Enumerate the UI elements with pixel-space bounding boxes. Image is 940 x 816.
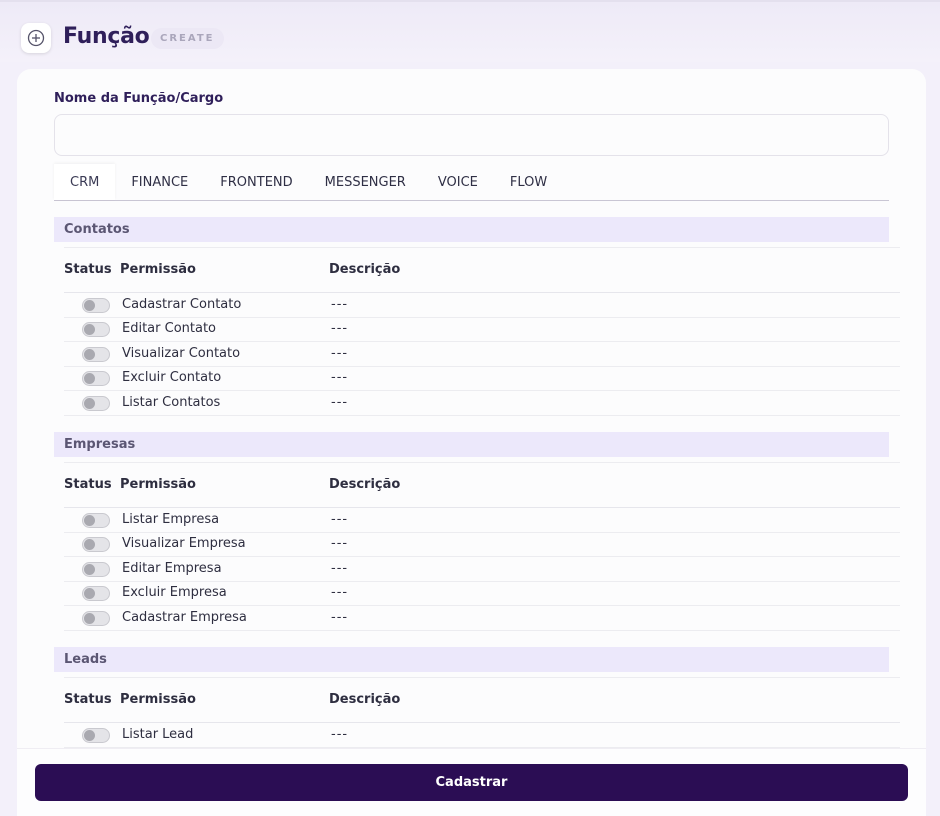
permission-description: --- [331, 394, 349, 410]
table-row: Excluir Contato --- [64, 367, 900, 392]
permission-name: Visualizar Empresa [122, 536, 246, 552]
permission-name: Excluir Contato [122, 370, 222, 386]
status-toggle[interactable] [82, 513, 110, 528]
permission-description: --- [331, 609, 349, 625]
tab-crm[interactable]: CRM [54, 164, 116, 200]
column-header-description: Descrição [329, 692, 401, 707]
toggle-knob [84, 612, 95, 624]
permission-name: Cadastrar Contato [122, 297, 242, 312]
permission-description: --- [331, 536, 349, 552]
permission-description: --- [331, 321, 349, 337]
permission-description: --- [331, 560, 349, 576]
column-header-status: Status [64, 477, 112, 492]
tab-frontend[interactable]: FRONTEND [204, 164, 308, 200]
toggle-knob [84, 373, 95, 385]
mode-badge: CREATE [151, 28, 224, 49]
section-title: Empresas [54, 432, 889, 457]
table-header: Status Permissão Descrição [64, 462, 900, 508]
function-name-input[interactable] [54, 114, 889, 156]
status-toggle[interactable] [82, 346, 110, 362]
permission-name: Listar Empresa [122, 512, 220, 527]
table-row: Listar Empresa --- [64, 509, 900, 533]
column-header-description: Descrição [329, 477, 401, 492]
column-header-status: Status [64, 262, 112, 277]
toggle-knob [84, 324, 95, 336]
table-header: Status Permissão Descrição [64, 247, 900, 293]
add-function-button[interactable] [21, 23, 51, 53]
submit-button[interactable]: Cadastrar [35, 764, 908, 801]
permission-description: --- [331, 512, 349, 527]
tab-finance[interactable]: FINANCE [115, 164, 204, 200]
permission-name: Editar Empresa [122, 560, 222, 576]
permission-name: Excluir Empresa [122, 585, 227, 601]
status-toggle[interactable] [82, 728, 110, 743]
status-toggle[interactable] [82, 537, 110, 553]
permission-name: Visualizar Contato [122, 345, 241, 361]
plus-circle-icon [27, 29, 45, 47]
table-row: Excluir Empresa --- [64, 582, 900, 607]
toggle-knob [84, 397, 95, 409]
table-row: Cadastrar Empresa --- [64, 607, 900, 631]
module-tabs: CRM FINANCE FRONTEND MESSENGER VOICE FLOW [54, 164, 889, 201]
table-row: Visualizar Empresa --- [64, 533, 900, 558]
permission-name: Editar Contato [122, 321, 217, 337]
tab-messenger[interactable]: MESSENGER [309, 164, 422, 200]
status-toggle[interactable] [82, 322, 110, 338]
status-toggle[interactable] [82, 395, 110, 411]
permission-name: Listar Lead [122, 727, 194, 742]
table-row: Editar Empresa --- [64, 558, 900, 582]
table-row: Visualizar Contato --- [64, 343, 900, 367]
status-toggle[interactable] [82, 586, 110, 602]
table-row: Cadastrar Contato --- [64, 294, 900, 318]
permission-name: Cadastrar Empresa [122, 609, 247, 625]
status-toggle[interactable] [82, 561, 110, 577]
tab-flow[interactable]: FLOW [494, 164, 563, 200]
section-title: Leads [54, 647, 889, 672]
toggle-knob [84, 348, 95, 360]
table-row: Editar Contato --- [64, 318, 900, 343]
toggle-knob [84, 588, 95, 600]
status-toggle[interactable] [82, 298, 110, 313]
form-footer: Cadastrar [17, 748, 926, 816]
column-header-status: Status [64, 692, 112, 707]
toggle-knob [84, 539, 95, 551]
permission-description: --- [331, 727, 349, 742]
toggle-knob [84, 300, 95, 311]
column-header-permission: Permissão [120, 477, 196, 492]
table-header: Status Permissão Descrição [64, 677, 900, 723]
permission-description: --- [331, 370, 349, 386]
status-toggle[interactable] [82, 371, 110, 387]
column-header-permission: Permissão [120, 692, 196, 707]
status-toggle[interactable] [82, 610, 110, 626]
permission-description: --- [331, 585, 349, 601]
table-row: Listar Lead --- [64, 724, 900, 748]
page-title: Função [63, 24, 150, 49]
permission-name: Listar Contatos [122, 394, 221, 410]
column-header-description: Descrição [329, 262, 401, 277]
tab-voice[interactable]: VOICE [422, 164, 494, 200]
name-field-label: Nome da Função/Cargo [54, 91, 224, 106]
table-row: Listar Contatos --- [64, 392, 900, 416]
column-header-permission: Permissão [120, 262, 196, 277]
toggle-knob [84, 515, 95, 526]
toggle-knob [84, 563, 95, 575]
permission-description: --- [331, 345, 349, 361]
permission-description: --- [331, 297, 349, 312]
form-card: Nome da Função/Cargo CRM FINANCE FRONTEND M… [17, 69, 926, 816]
top-header: Função CREATE [0, 0, 940, 62]
toggle-knob [84, 730, 95, 741]
section-title: Contatos [54, 217, 889, 242]
